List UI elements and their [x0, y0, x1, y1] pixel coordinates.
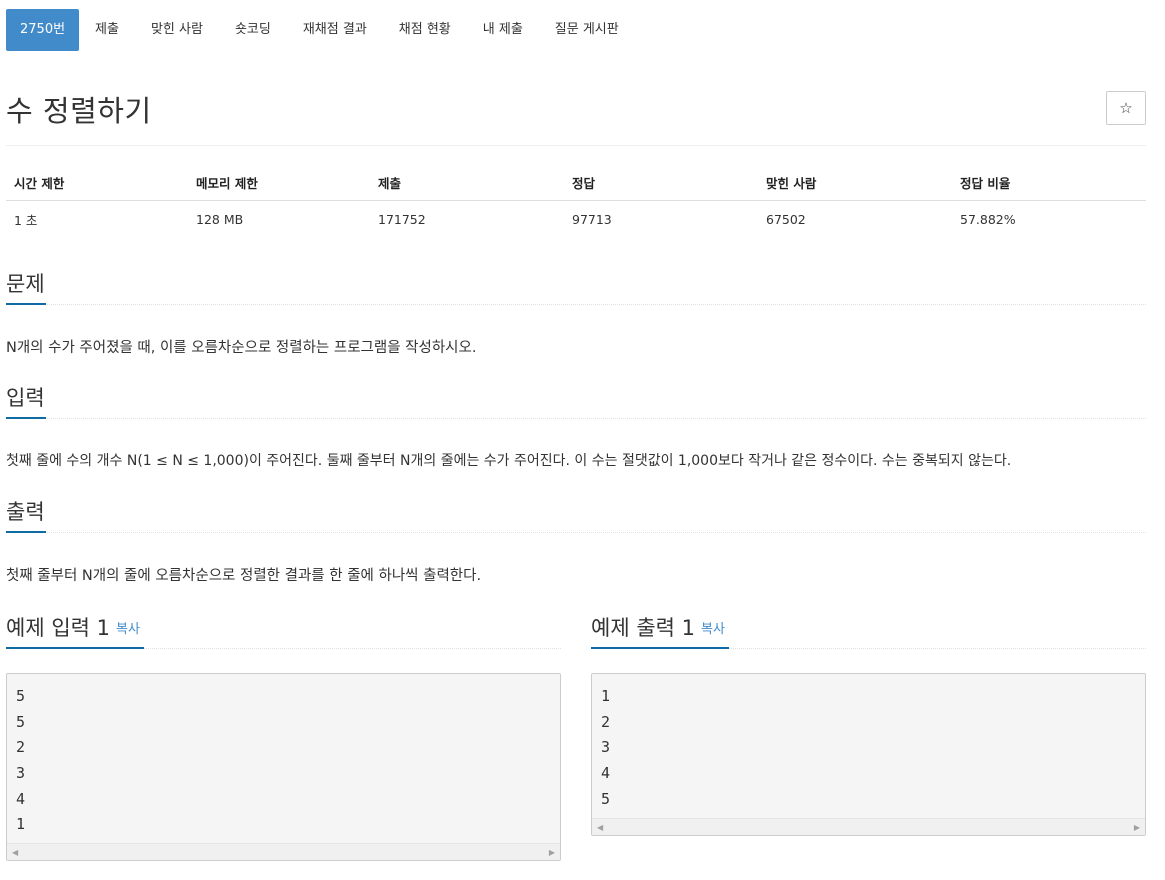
sample-input-line: 5 — [16, 687, 26, 705]
value-accept-ratio: 57.882% — [960, 212, 1016, 227]
favorite-button[interactable]: ☆ — [1106, 91, 1146, 125]
problem-heading: 문제 — [6, 272, 45, 296]
sample-input-line: 1 — [16, 815, 26, 834]
info-header-row: 시간 제한 메모리 제한 제출 정답 맞힌 사람 정답 비율 — [6, 164, 1146, 201]
header-accept-ratio: 정답 비율 — [960, 175, 1011, 191]
sample-input-heading-underline — [6, 647, 144, 649]
output-heading: 출력 — [6, 500, 45, 524]
sample-output-line: 3 — [601, 738, 611, 757]
output-heading-rule — [6, 532, 1146, 533]
sample-input-horizontal-scrollbar[interactable]: ◀ ▶ — [7, 843, 560, 860]
header-time-limit: 시간 제한 — [14, 175, 65, 191]
sample-output-line: 1 — [601, 687, 611, 705]
value-solved-users: 67502 — [766, 212, 806, 227]
tab-problem[interactable]: 2750번 — [6, 9, 80, 51]
value-memory-limit: 128 MB — [196, 212, 244, 227]
sample-output-line: 4 — [601, 764, 611, 783]
tab-my-submissions[interactable]: 내 제출 — [467, 9, 539, 51]
input-description: 첫째 줄에 수의 개수 N(1 ≤ N ≤ 1,000)이 주어진다. 둘째 줄… — [6, 453, 1012, 469]
sample-input-line: 2 — [16, 738, 26, 757]
sample-output-heading-underline — [591, 647, 729, 649]
sample-input-content: 5 5 2 3 4 1 — [7, 674, 560, 838]
value-accepted: 97713 — [572, 212, 612, 227]
tab-judge-status[interactable]: 채점 현황 — [383, 9, 467, 51]
problem-nav-tabs: 2750번 제출 맞힌 사람 숏코딩 재채점 결과 채점 현황 내 제출 질문 … — [6, 9, 635, 51]
sample-input-line: 3 — [16, 764, 26, 783]
problem-info-table: 시간 제한 메모리 제한 제출 정답 맞힌 사람 정답 비율 1 초 128 M… — [6, 164, 1146, 238]
input-heading: 입력 — [6, 386, 45, 410]
scroll-right-icon[interactable]: ▶ — [549, 848, 555, 857]
sample-input-line: 4 — [16, 789, 26, 808]
problem-description: N개의 수가 주어졌을 때, 이를 오름차순으로 정렬하는 프로그램을 작성하시… — [6, 340, 477, 356]
output-heading-underline — [6, 531, 46, 533]
tab-question-board[interactable]: 질문 게시판 — [539, 9, 635, 51]
value-time-limit: 1 초 — [14, 213, 38, 228]
problem-heading-rule — [6, 304, 1146, 305]
scroll-left-icon[interactable]: ◀ — [12, 848, 18, 857]
copy-sample-input-link[interactable]: 복사 — [116, 622, 140, 637]
sample-output-heading-text: 예제 출력 1 — [591, 616, 695, 640]
problem-heading-underline — [6, 303, 46, 305]
info-value-row: 1 초 128 MB 171752 97713 67502 57.882% — [6, 201, 1146, 238]
header-memory-limit: 메모리 제한 — [196, 175, 258, 191]
tab-submit[interactable]: 제출 — [79, 9, 135, 51]
value-submissions: 171752 — [378, 212, 426, 227]
copy-sample-output-link[interactable]: 복사 — [701, 622, 725, 637]
sample-input-line: 5 — [16, 712, 26, 731]
output-description: 첫째 줄부터 N개의 줄에 오름차순으로 정렬한 결과를 한 줄에 하나씩 출력… — [6, 568, 482, 584]
title-divider — [6, 145, 1146, 146]
sample-output-box[interactable]: 1 2 3 4 5 ◀ ▶ — [591, 673, 1146, 836]
tab-solved-users[interactable]: 맞힌 사람 — [135, 9, 219, 51]
star-icon: ☆ — [1119, 99, 1133, 117]
input-heading-rule — [6, 418, 1146, 419]
sample-output-heading: 예제 출력 1 복사 — [591, 612, 725, 642]
header-solved-users: 맞힌 사람 — [766, 175, 817, 191]
sample-output-horizontal-scrollbar[interactable]: ◀ ▶ — [592, 818, 1145, 835]
sample-input-heading: 예제 입력 1 복사 — [6, 612, 140, 642]
tab-short-coding[interactable]: 숏코딩 — [219, 9, 287, 51]
scroll-right-icon[interactable]: ▶ — [1134, 823, 1140, 832]
header-accepted: 정답 — [572, 175, 596, 191]
input-heading-underline — [6, 417, 46, 419]
scroll-left-icon[interactable]: ◀ — [597, 823, 603, 832]
sample-output-line: 2 — [601, 712, 611, 731]
sample-input-heading-text: 예제 입력 1 — [6, 616, 110, 640]
page-title: 수 정렬하기 — [6, 94, 152, 128]
sample-input-box[interactable]: 5 5 2 3 4 1 ◀ ▶ — [6, 673, 561, 861]
tab-rejudge-results[interactable]: 재채점 결과 — [287, 9, 383, 51]
header-submissions: 제출 — [378, 175, 402, 191]
sample-output-content: 1 2 3 4 5 — [592, 674, 1145, 812]
sample-output-line: 5 — [601, 789, 611, 808]
